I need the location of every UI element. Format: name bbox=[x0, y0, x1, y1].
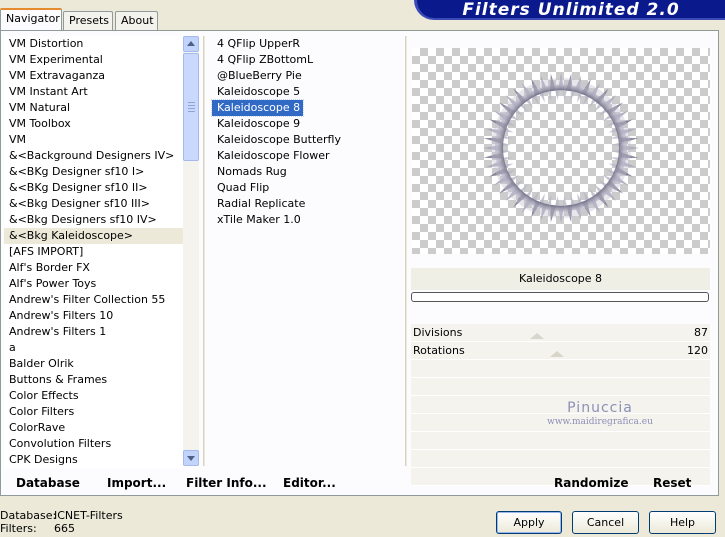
app-title: Filters Unlimited 2.0 bbox=[462, 0, 680, 20]
filter-item[interactable]: Kaleidoscope 8 bbox=[210, 99, 305, 117]
filter-item[interactable]: Radial Replicate bbox=[212, 196, 308, 212]
watermark: Pinuccia www.maidiregrafica.eu bbox=[520, 400, 680, 427]
grip-line bbox=[188, 108, 195, 109]
status-value: ICNET-Filters bbox=[54, 509, 123, 522]
param-label: Divisions bbox=[413, 326, 463, 339]
category-item[interactable]: Alf's Border FX bbox=[4, 260, 184, 276]
help-button[interactable]: Help bbox=[649, 511, 716, 534]
app-banner: Filters Unlimited 2.0 bbox=[414, 0, 725, 20]
category-item[interactable]: VM Extravaganza bbox=[4, 68, 184, 84]
category-item[interactable]: VM Natural bbox=[4, 100, 184, 116]
scroll-up-button[interactable] bbox=[183, 36, 199, 52]
filter-list[interactable]: 4 QFlip UpperR 4 QFlip ZBottomL @BlueBerry… bbox=[210, 36, 402, 336]
category-item[interactable]: &<Bkg Designer sf10 III> bbox=[4, 196, 184, 212]
param-divisions[interactable]: Divisions 87 bbox=[411, 324, 710, 342]
param-label: Rotations bbox=[413, 344, 465, 357]
scroll-thumb[interactable] bbox=[183, 53, 199, 161]
category-scrollbar[interactable] bbox=[183, 36, 199, 466]
category-item[interactable]: VM Distortion bbox=[4, 36, 184, 52]
param-empty-row bbox=[411, 450, 710, 468]
apply-button[interactable]: Apply bbox=[496, 511, 562, 534]
slider-track[interactable] bbox=[486, 343, 636, 357]
category-item[interactable]: &<Background Designers IV> bbox=[4, 148, 184, 164]
category-item[interactable]: Convolution Filters bbox=[4, 436, 184, 452]
randomize-button[interactable]: Randomize bbox=[554, 476, 628, 490]
filter-item[interactable]: 4 QFlip UpperR bbox=[212, 36, 303, 52]
scroll-down-button[interactable] bbox=[183, 450, 199, 466]
category-item[interactable]: &<BKg Designer sf10 I> bbox=[4, 164, 184, 180]
bottom-toolbar: Database Import... Filter Info... Editor… bbox=[0, 470, 719, 495]
filter-info-button[interactable]: Filter Info... bbox=[186, 476, 267, 490]
filter-item[interactable]: 4 QFlip ZBottomL bbox=[212, 52, 316, 68]
status-value: 665 bbox=[54, 522, 75, 535]
arrow-down-icon bbox=[187, 456, 195, 461]
slider-thumb[interactable] bbox=[549, 351, 564, 357]
category-item[interactable]: VM bbox=[4, 132, 184, 148]
status-label: Filters: bbox=[0, 522, 37, 535]
arrow-up-icon bbox=[187, 41, 195, 46]
database-button[interactable]: Database bbox=[16, 476, 80, 490]
category-item[interactable]: &<Bkg Designers sf10 IV> bbox=[4, 212, 184, 228]
cancel-button[interactable]: Cancel bbox=[572, 511, 639, 534]
param-empty-row bbox=[411, 360, 710, 378]
filter-item[interactable]: Quad Flip bbox=[212, 180, 272, 196]
editor-button[interactable]: Editor... bbox=[283, 476, 336, 490]
filter-item[interactable]: Kaleidoscope 5 bbox=[212, 84, 303, 100]
grip-line bbox=[188, 105, 195, 106]
watermark-title: Pinuccia bbox=[567, 400, 633, 416]
category-item[interactable]: Balder Olrik bbox=[4, 356, 184, 372]
category-item[interactable]: VM Experimental bbox=[4, 52, 184, 68]
category-item[interactable]: VM Instant Art bbox=[4, 84, 184, 100]
filter-item[interactable]: Kaleidoscope Butterfly bbox=[212, 132, 344, 148]
divider bbox=[203, 36, 205, 466]
filter-item[interactable]: Nomads Rug bbox=[212, 164, 290, 180]
category-item[interactable]: Buttons & Frames bbox=[4, 372, 184, 388]
category-item[interactable]: CPK Designs bbox=[4, 452, 184, 468]
filter-item[interactable]: xTile Maker 1.0 bbox=[212, 212, 304, 228]
grip-line bbox=[188, 102, 195, 103]
filter-item[interactable]: Kaleidoscope 9 bbox=[212, 116, 303, 132]
tab-about[interactable]: About bbox=[115, 11, 158, 30]
ring-band bbox=[491, 78, 631, 218]
category-item[interactable]: ColorRave bbox=[4, 420, 184, 436]
category-item[interactable]: Andrew's Filters 1 bbox=[4, 324, 184, 340]
slider-thumb[interactable] bbox=[530, 333, 544, 339]
category-item[interactable]: Andrew's Filters 10 bbox=[4, 308, 184, 324]
kaleidoscope-ring-preview bbox=[483, 73, 639, 223]
category-item[interactable]: &<Bkg Kaleidoscope> bbox=[4, 228, 184, 244]
current-filter-name: Kaleidoscope 8 bbox=[411, 268, 710, 290]
category-list[interactable]: VM Distortion VM Experimental VM Extravaga… bbox=[4, 36, 184, 468]
slider-track[interactable] bbox=[486, 325, 636, 339]
category-item[interactable]: Alf's Power Toys bbox=[4, 276, 184, 292]
param-empty-row bbox=[411, 432, 710, 450]
status-label: Database: bbox=[0, 509, 57, 522]
category-item[interactable]: Color Effects bbox=[4, 388, 184, 404]
param-rotations[interactable]: Rotations 120 bbox=[411, 342, 710, 360]
category-item[interactable]: [AFS IMPORT] bbox=[4, 244, 184, 260]
divider bbox=[405, 36, 407, 466]
import-button[interactable]: Import... bbox=[107, 476, 166, 490]
param-value[interactable]: 87 bbox=[694, 326, 708, 339]
progress-bar bbox=[411, 292, 709, 302]
param-empty-row bbox=[411, 378, 710, 396]
param-value[interactable]: 120 bbox=[687, 344, 708, 357]
category-item[interactable]: VM Toolbox bbox=[4, 116, 184, 132]
category-item[interactable]: a bbox=[4, 340, 184, 356]
grip-line bbox=[188, 111, 195, 112]
filter-item[interactable]: @BlueBerry Pie bbox=[212, 68, 305, 84]
category-item[interactable]: Andrew's Filter Collection 55 bbox=[4, 292, 184, 308]
category-item[interactable]: Color Filters bbox=[4, 404, 184, 420]
watermark-url: www.maidiregrafica.eu bbox=[547, 417, 653, 427]
category-item[interactable]: &<BKg Designer sf10 II> bbox=[4, 180, 184, 196]
tab-navigator[interactable]: Navigator bbox=[0, 8, 62, 30]
filter-item[interactable]: Kaleidoscope Flower bbox=[212, 148, 333, 164]
reset-button[interactable]: Reset bbox=[653, 476, 691, 490]
preview-canvas bbox=[412, 48, 710, 254]
tab-presets[interactable]: Presets bbox=[63, 11, 113, 30]
